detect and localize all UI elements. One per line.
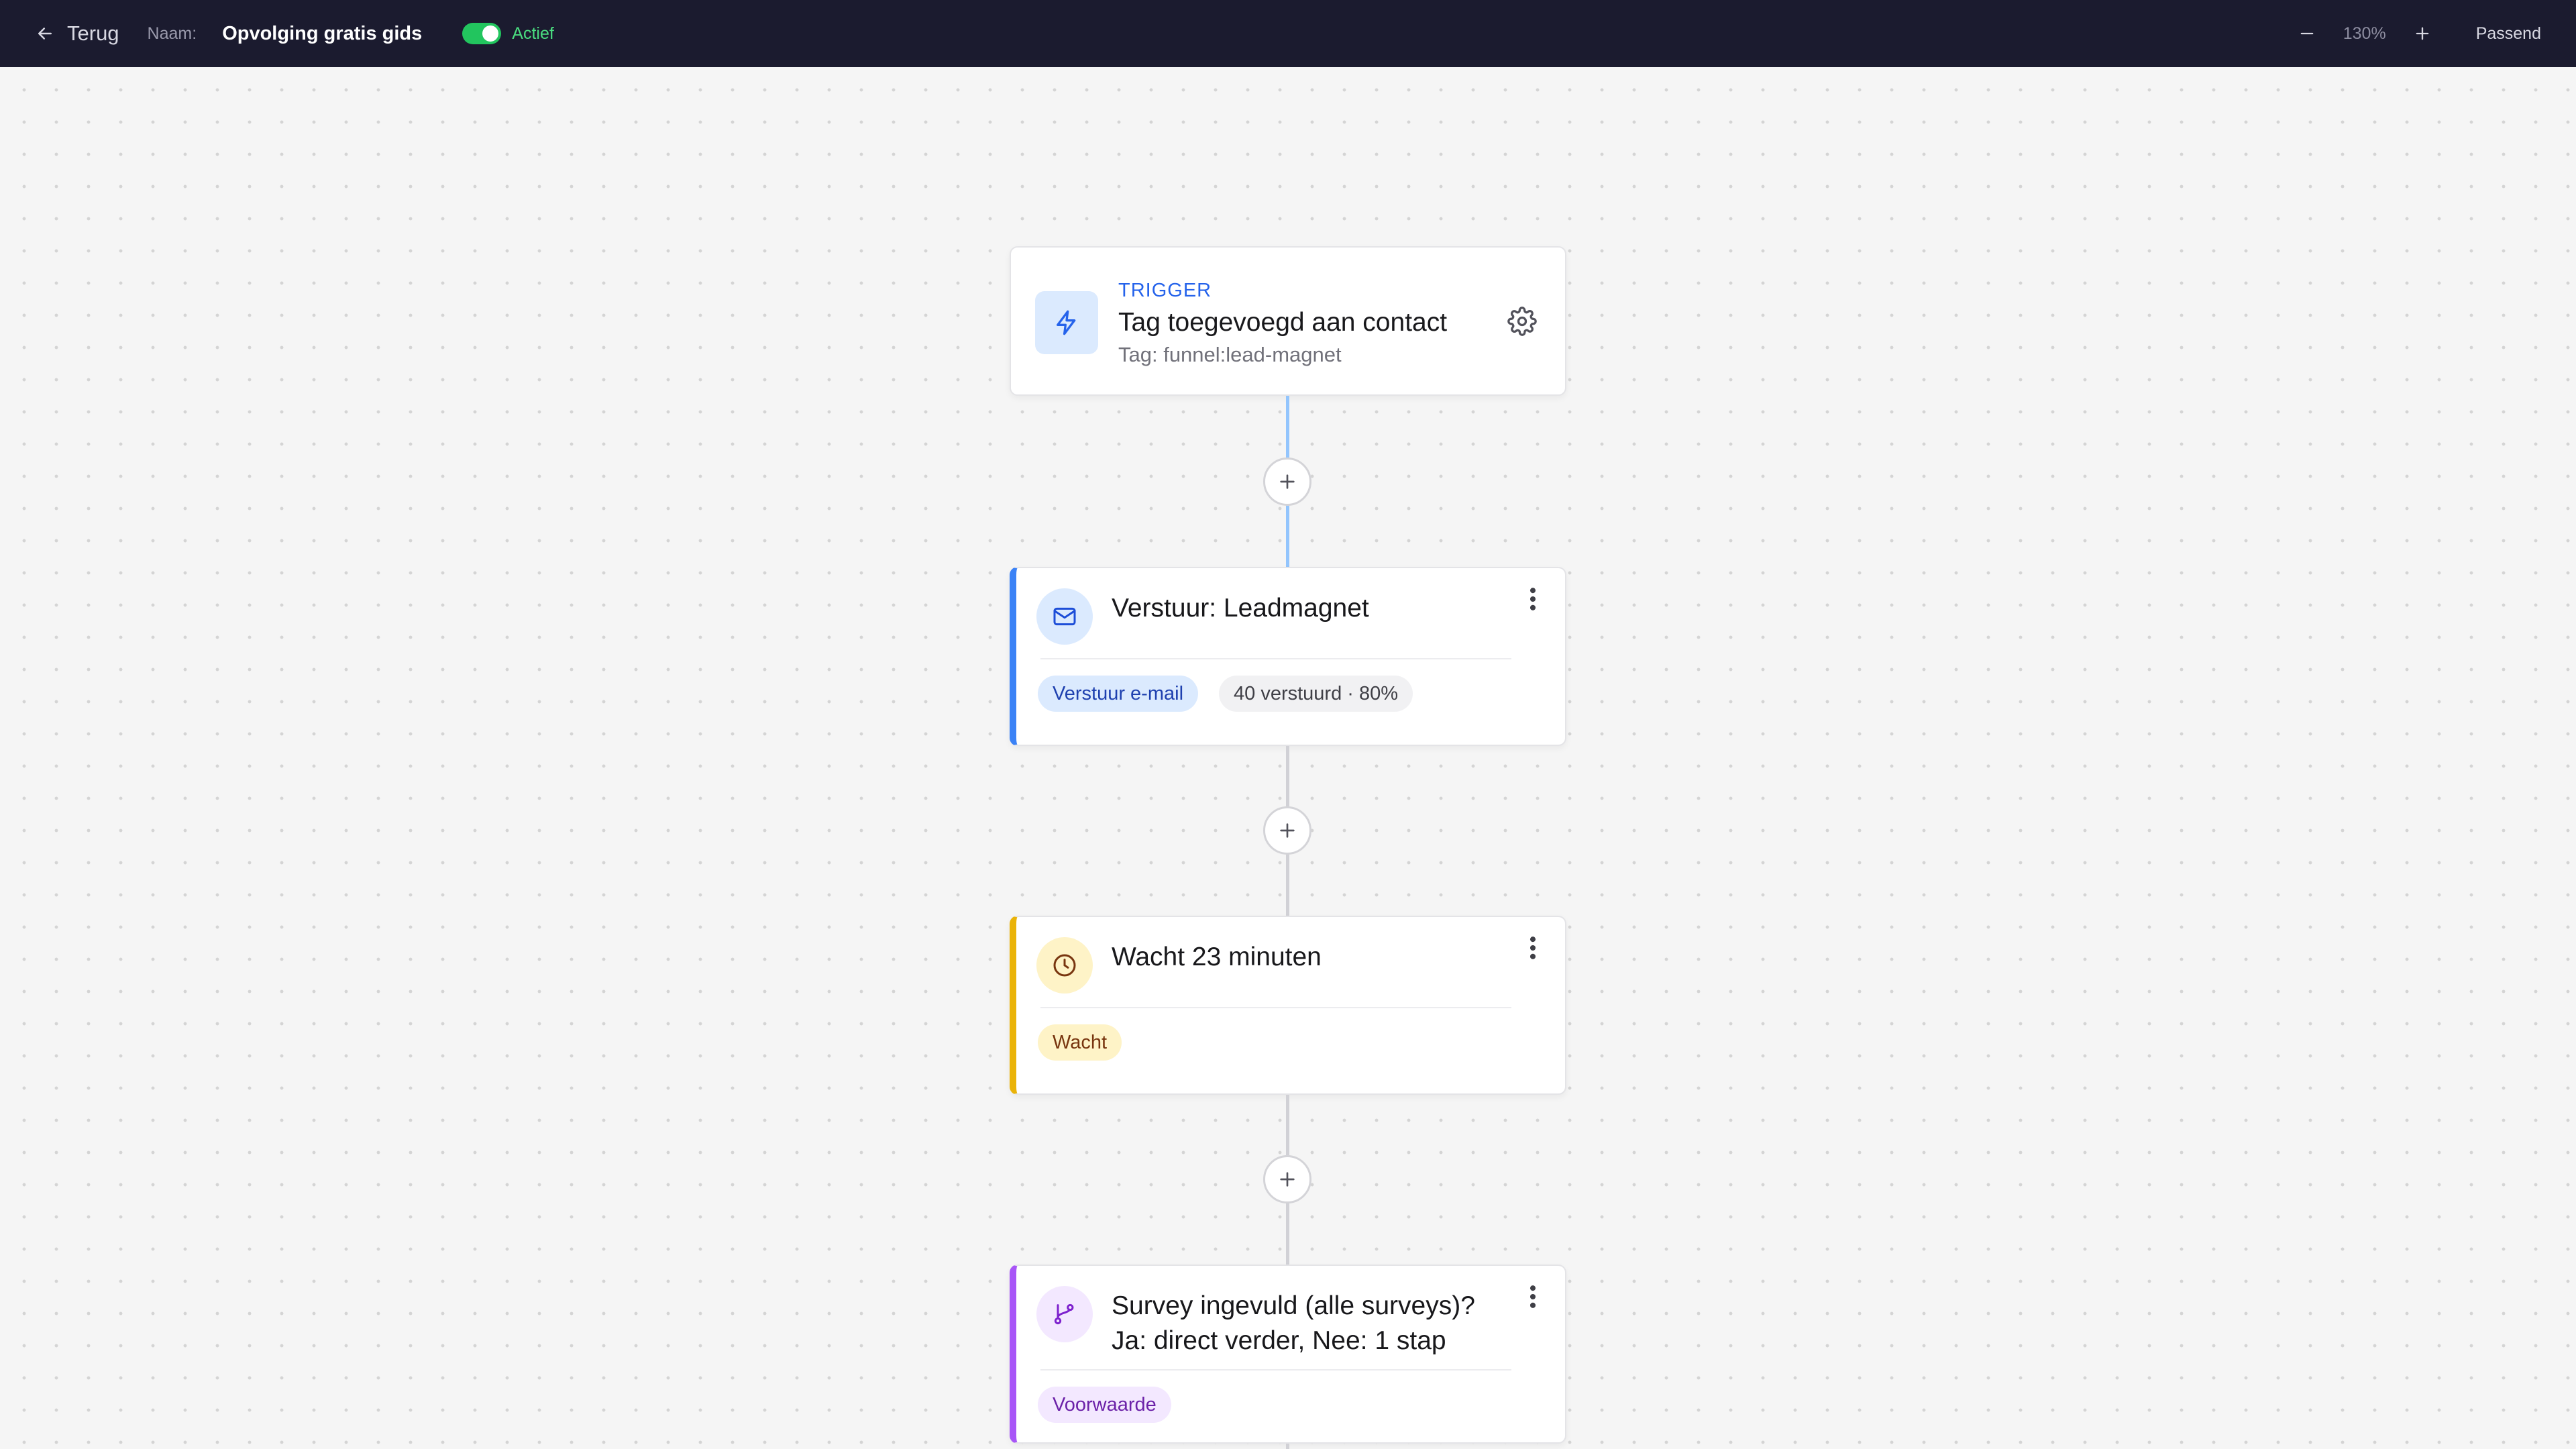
add-step-button[interactable] bbox=[1263, 806, 1311, 855]
name-label: Naam: bbox=[147, 23, 197, 43]
gear-icon[interactable] bbox=[1507, 307, 1537, 336]
card-divider bbox=[1040, 658, 1511, 659]
trigger-icon-box bbox=[1035, 291, 1098, 354]
add-step-button[interactable] bbox=[1263, 458, 1311, 506]
trigger-card[interactable]: TRIGGER Tag toegevoegd aan contact Tag: … bbox=[1010, 246, 1566, 396]
plus-icon bbox=[1280, 823, 1295, 838]
card-divider bbox=[1040, 1007, 1511, 1008]
active-toggle[interactable] bbox=[462, 23, 502, 44]
wait-step-card[interactable]: Wacht 23 minuten Wacht bbox=[1010, 916, 1566, 1095]
clock-icon bbox=[1053, 954, 1076, 977]
plus-icon bbox=[1280, 474, 1295, 489]
plus-icon bbox=[2416, 27, 2429, 40]
more-options-icon[interactable] bbox=[1525, 584, 1541, 614]
mail-icon bbox=[1053, 607, 1076, 626]
more-options-icon[interactable] bbox=[1525, 933, 1541, 963]
plus-icon bbox=[1280, 1172, 1295, 1187]
step-title-line2: Ja: direct verder, Nee: 1 stap bbox=[1112, 1326, 1446, 1355]
zoom-out-button[interactable] bbox=[2294, 20, 2320, 47]
arrow-left-icon bbox=[38, 28, 52, 40]
status-label: Actief bbox=[512, 23, 554, 43]
step-icon-box bbox=[1036, 1286, 1093, 1342]
step-type-badge: Verstuur e-mail bbox=[1038, 676, 1199, 712]
step-title-line1: Survey ingevuld (alle surveys)? bbox=[1112, 1291, 1475, 1320]
top-bar: Terug Naam: Opvolging gratis gids Actief… bbox=[0, 0, 2576, 67]
step-icon-box bbox=[1036, 588, 1093, 645]
step-title: Wacht 23 minuten bbox=[1112, 943, 1322, 971]
back-button[interactable]: Terug bbox=[35, 21, 119, 46]
trigger-subtitle: Tag: funnel:lead-magnet bbox=[1118, 343, 1342, 366]
branch-icon bbox=[1054, 1303, 1074, 1325]
lightning-icon bbox=[1057, 310, 1076, 335]
condition-step-card[interactable]: Survey ingevuld (alle surveys)? Ja: dire… bbox=[1010, 1265, 1566, 1444]
flow-canvas[interactable]: TRIGGER Tag toegevoegd aan contact Tag: … bbox=[0, 67, 2576, 1449]
step-type-badge: Voorwaarde bbox=[1038, 1387, 1171, 1423]
minus-icon bbox=[2300, 32, 2314, 35]
zoom-level: 130% bbox=[2343, 23, 2386, 43]
add-step-button[interactable] bbox=[1263, 1155, 1311, 1203]
fit-button[interactable]: Passend bbox=[2476, 24, 2541, 44]
email-step-card[interactable]: Verstuur: Leadmagnet Verstuur e-mail 40 … bbox=[1010, 567, 1566, 746]
connector-line bbox=[1286, 1444, 1289, 1449]
step-icon-box bbox=[1036, 937, 1093, 994]
toggle-knob bbox=[482, 25, 499, 42]
step-title: Survey ingevuld (alle surveys)? Ja: dire… bbox=[1112, 1289, 1475, 1358]
more-options-icon[interactable] bbox=[1525, 1282, 1541, 1311]
card-divider bbox=[1040, 1369, 1511, 1371]
sent-stats-badge: 40 verstuurd · 80% bbox=[1219, 676, 1413, 712]
trigger-title: Tag toegevoegd aan contact bbox=[1118, 308, 1448, 337]
trigger-kicker: TRIGGER bbox=[1118, 280, 1212, 301]
zoom-in-button[interactable] bbox=[2409, 20, 2436, 47]
flow-name[interactable]: Opvolging gratis gids bbox=[222, 23, 422, 45]
step-type-badge: Wacht bbox=[1038, 1024, 1122, 1061]
back-label: Terug bbox=[67, 21, 119, 45]
step-title: Verstuur: Leadmagnet bbox=[1112, 594, 1369, 623]
